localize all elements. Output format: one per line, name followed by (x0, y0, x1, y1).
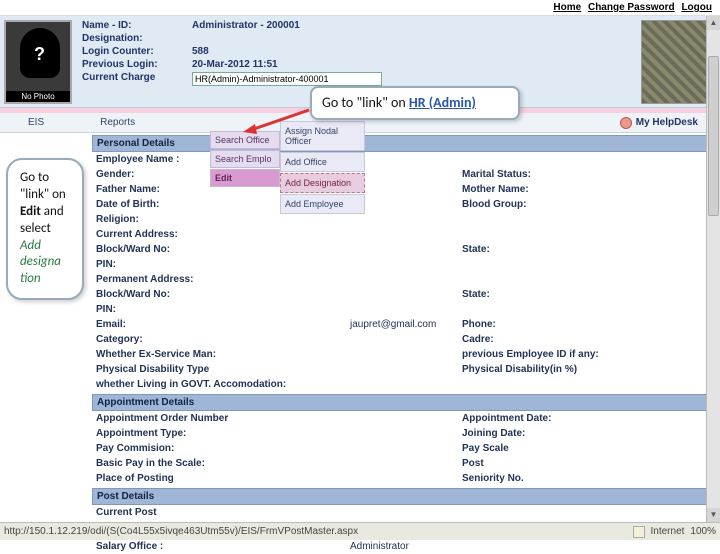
callout-hr-admin: Go to "link" on HR (Admin) (310, 86, 520, 120)
callout-edit-l2: "link" on (20, 187, 66, 202)
callout-hr-link: HR (Admin) (409, 94, 476, 111)
label-seniority: Seniority No. (458, 472, 628, 485)
link-home[interactable]: Home (553, 2, 581, 13)
label-state: State: (458, 243, 628, 256)
value-salary-office: Administrator (348, 540, 458, 553)
menu-edit[interactable]: Edit (210, 169, 280, 187)
section-post-details: Post Details (92, 488, 714, 505)
callout-edit-l3b: and (41, 204, 64, 219)
value-name-id: Administrator - 200001 (192, 20, 300, 31)
label-designation: Designation: (82, 33, 192, 44)
callout-hr-text: Go to "link" on (322, 94, 409, 111)
value-email: jaupret@gmail.com (348, 318, 458, 331)
scroll-down-icon[interactable]: ▼ (707, 508, 720, 522)
label-current-address: Current Address: (92, 228, 348, 241)
label-login-counter: Login Counter: (82, 46, 192, 57)
label-block-ward: Block/Ward No: (92, 243, 348, 256)
tab-eis[interactable]: EIS (0, 114, 72, 131)
profile-photo: ? No Photo (4, 20, 72, 104)
menu-search-employee[interactable]: Search Emplo (210, 150, 280, 168)
label-appt-order-no: Appointment Order Number (92, 412, 348, 425)
label-blood-group: Blood Group: (458, 198, 628, 211)
link-logout[interactable]: Logou (681, 2, 712, 13)
vertical-scrollbar[interactable]: ▲ ▼ (706, 16, 720, 522)
header-side-image (641, 20, 716, 104)
submenu-add-office[interactable]: Add Office (280, 152, 365, 172)
top-nav: Home Change Password Logou (0, 0, 720, 16)
callout-edit-adddesig: Add designa tion (20, 238, 61, 287)
current-charge-select[interactable] (192, 72, 382, 86)
label-phys-pct: Physical Disability(in %) (458, 363, 628, 376)
status-bar: http://150.1.12.219/odi/(S(Co4L55x5ivqe4… (0, 522, 720, 540)
value-login-counter: 588 (192, 46, 209, 57)
callout-edit-editword: Edit (20, 204, 41, 219)
label-block-ward-2: Block/Ward No: (92, 288, 348, 301)
label-pay-commission: Pay Commision: (92, 442, 348, 455)
helpdesk-icon (620, 117, 632, 129)
label-email: Email: (92, 318, 348, 331)
label-current-charge: Current Charge (82, 72, 192, 86)
link-change-password[interactable]: Change Password (588, 2, 675, 13)
submenu-add-designation[interactable]: Add Designation (280, 173, 365, 193)
status-internet: Internet (651, 526, 685, 537)
scroll-thumb[interactable] (708, 56, 719, 216)
label-state-2: State: (458, 288, 628, 301)
label-marital-status: Marital Status: (458, 168, 628, 181)
label-previous-login: Previous Login: (82, 59, 192, 70)
security-zone-icon (633, 526, 645, 538)
label-place-posting: Place of Posting (92, 472, 348, 485)
label-appt-date: Appointment Date: (458, 412, 628, 425)
label-category: Category: (92, 333, 348, 346)
callout-edit-l1: Go to (20, 170, 49, 185)
label-pin: PIN: (92, 258, 348, 271)
label-pay-scale: Pay Scale (458, 442, 628, 455)
value-previous-login: 20-Mar-2012 11:51 (192, 59, 278, 70)
label-cadre: Cadre: (458, 333, 628, 346)
label-phys-type: Physical Disability Type (92, 363, 348, 376)
label-ex-service: Whether Ex-Service Man: (92, 348, 348, 361)
label-name-id: Name - ID: (82, 20, 192, 31)
label-salary-office: Salary Office : (92, 540, 348, 553)
label-pin-2: PIN: (92, 303, 348, 316)
arrow-red-icon (241, 108, 311, 134)
submenu-add-employee[interactable]: Add Employee (280, 194, 365, 214)
label-current-post: Current Post (92, 506, 348, 519)
label-appt-type: Appointment Type: (92, 427, 348, 440)
label-basic-pay: Basic Pay in the Scale: (92, 457, 348, 470)
link-helpdesk[interactable]: My HelpDesk (636, 117, 698, 128)
status-zoom: 100% (690, 526, 716, 537)
label-prev-emp-id: previous Employee ID if any: (458, 348, 628, 361)
status-url: http://150.1.12.219/odi/(S(Co4L55x5ivqe4… (4, 526, 358, 537)
label-govt-accom: whether Living in GOVT. Accomodation: (92, 378, 348, 391)
label-permanent-address: Permanent Address: (92, 273, 348, 286)
label-post: Post (458, 457, 628, 470)
scroll-up-icon[interactable]: ▲ (707, 16, 720, 30)
label-phone: Phone: (458, 318, 628, 331)
dropdown-menu: Search Office Search Emplo Edit (210, 131, 280, 188)
dropdown-submenu: Assign Nodal Officer Add Office Add Desi… (280, 121, 365, 215)
callout-edit: Go to "link" on Edit and select Add desi… (6, 158, 84, 300)
question-mark-icon: ? (34, 44, 45, 65)
callout-edit-l4: select (20, 221, 51, 236)
label-joining-date: Joining Date: (458, 427, 628, 440)
tab-reports[interactable]: Reports (72, 114, 163, 131)
section-appointment-details: Appointment Details (92, 394, 714, 411)
label-mother-name: Mother Name: (458, 183, 628, 196)
photo-caption: No Photo (6, 91, 70, 102)
section-personal-details: Personal Details (92, 135, 714, 152)
